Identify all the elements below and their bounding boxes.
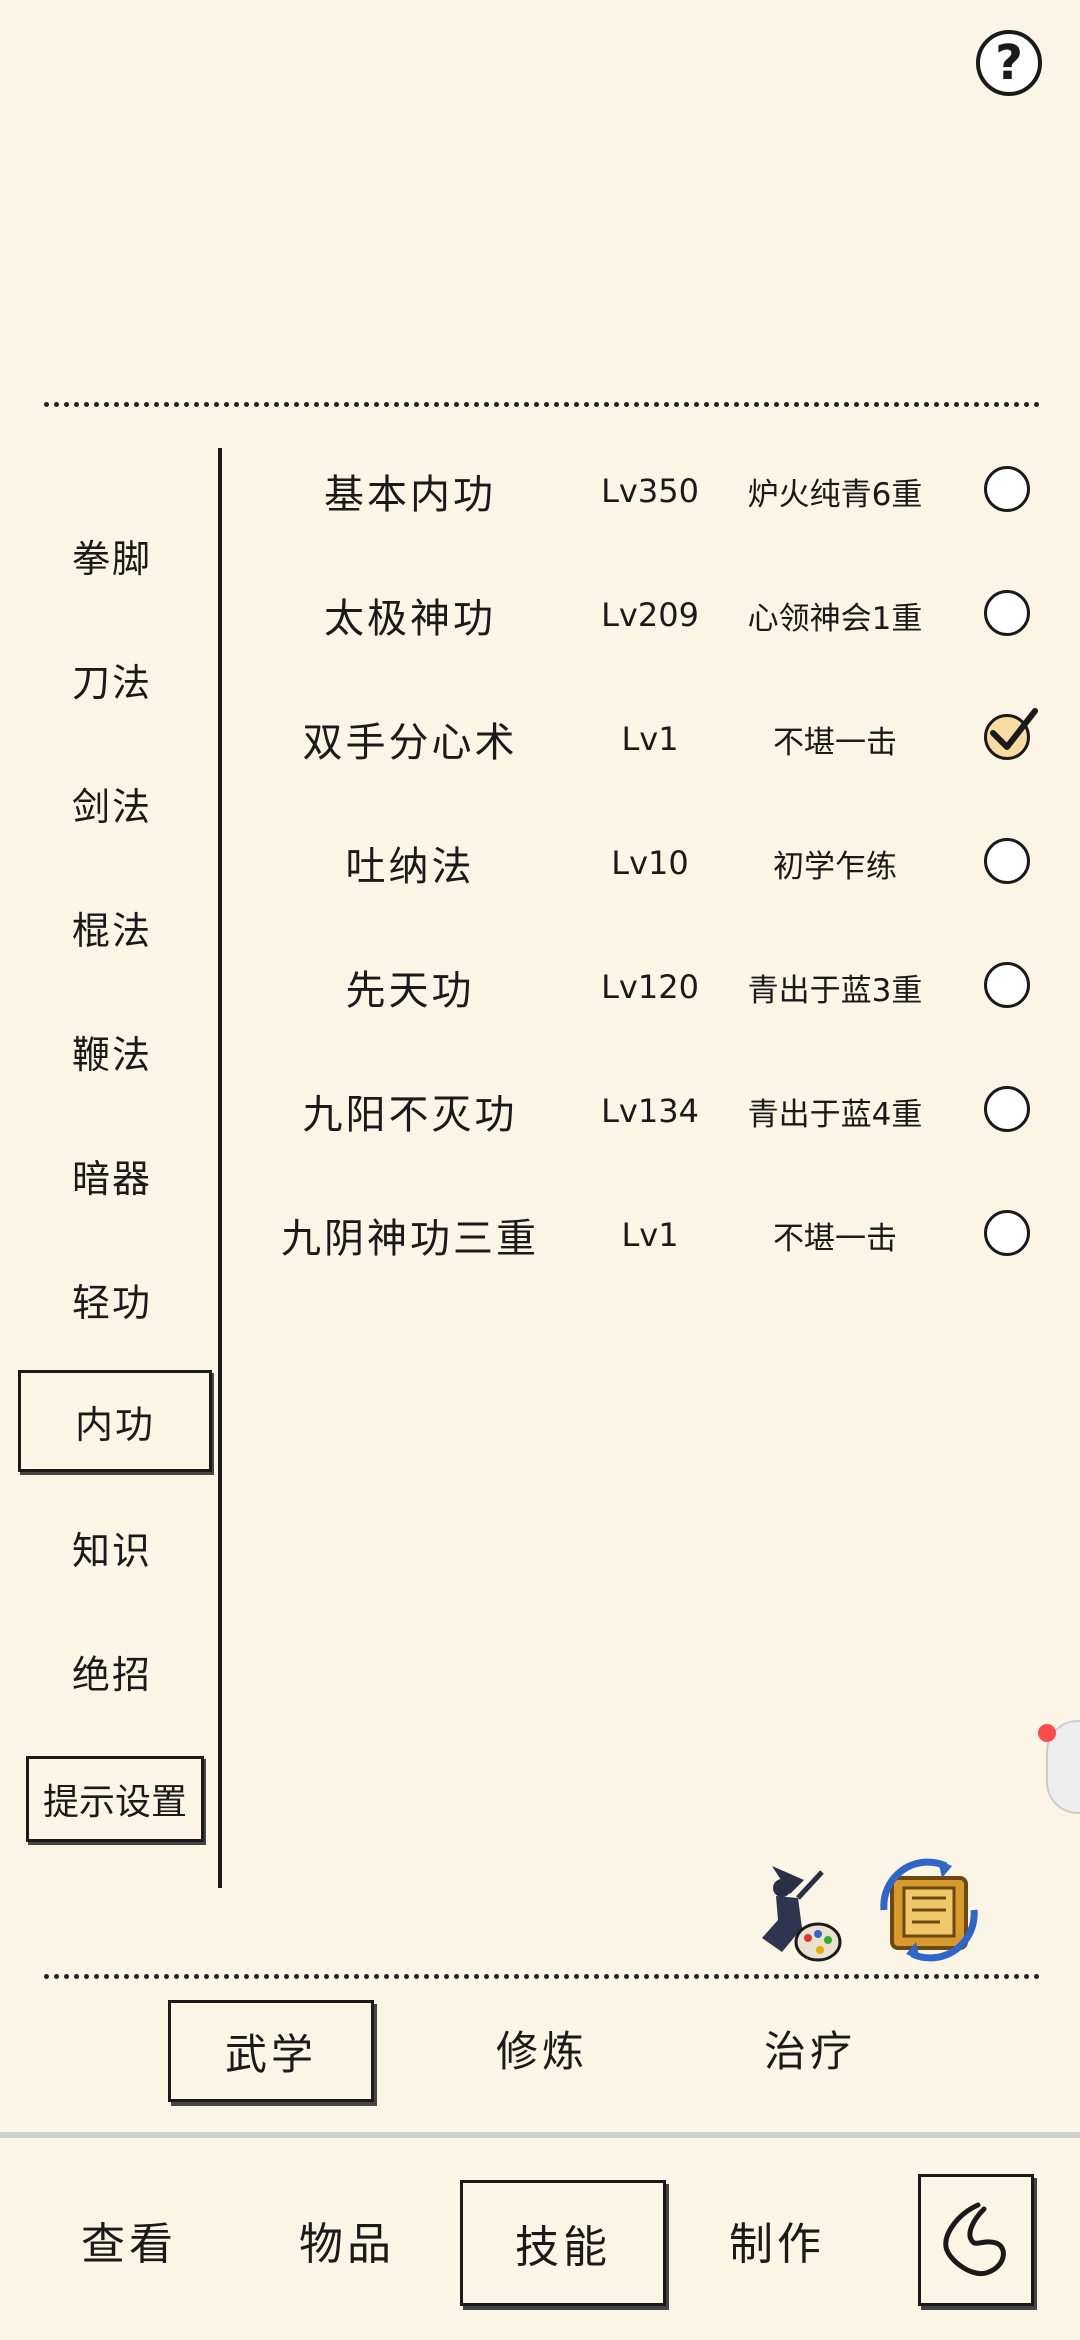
skill-checkbox[interactable] [984,962,1030,1008]
skill-row[interactable]: 先天功 Lv120 青出于蓝3重 [230,942,1050,1032]
scroll-refresh-icon[interactable] [876,1858,982,1962]
skill-checkbox-checked[interactable] [984,708,1038,760]
skill-state: 不堪一击 [773,724,897,761]
subtab-martial-arts[interactable]: 武学 [168,2000,374,2102]
skill-level: Lv1 [621,720,679,758]
subtab-healing[interactable]: 治疗 [710,2000,910,2096]
skill-checkbox[interactable] [984,1210,1030,1256]
skill-level: Lv10 [611,844,689,882]
bottom-divider [44,1974,1040,1979]
skill-state: 青出于蓝3重 [747,972,923,1009]
category-item[interactable]: 知识 [18,1516,206,1578]
skill-state: 初学乍练 [773,848,897,885]
nav-items[interactable]: 物品 [262,2180,432,2300]
nav-skills[interactable]: 技能 [460,2180,666,2306]
category-item[interactable]: 拳脚 [18,524,206,586]
category-item[interactable]: 棍法 [18,896,206,958]
skill-row[interactable]: 九阳不灭功 Lv134 青出于蓝4重 [230,1066,1050,1156]
category-item[interactable]: 暗器 [18,1144,206,1206]
category-item[interactable]: 刀法 [18,648,206,710]
swordsman-palette-icon[interactable] [742,1858,846,1964]
skill-name: 吐纳法 [345,844,475,890]
skill-level: Lv209 [601,596,699,634]
skill-level: Lv1 [621,1216,679,1254]
notification-dot [1038,1724,1056,1742]
skill-checkbox[interactable] [984,1086,1030,1132]
skill-checkbox[interactable] [984,466,1030,512]
skill-row[interactable]: 九阴神功三重 Lv1 不堪一击 [230,1190,1050,1280]
skill-level: Lv350 [601,472,699,510]
skill-name: 基本内功 [324,472,496,518]
skill-state: 青出于蓝4重 [747,1096,923,1133]
skill-name: 太极神功 [324,596,496,642]
skill-checkbox[interactable] [984,838,1030,884]
skill-name: 双手分心术 [302,720,518,766]
skill-checkbox[interactable] [984,590,1030,636]
skill-state: 不堪一击 [773,1220,897,1257]
skill-row[interactable]: 太极神功 Lv209 心领神会1重 [230,570,1050,660]
category-item-active[interactable]: 内功 [18,1370,212,1472]
skill-state: 炉火纯青6重 [747,476,923,513]
category-item[interactable]: 剑法 [18,772,206,834]
back-curve-icon [943,2202,1006,2277]
nav-crafting[interactable]: 制作 [692,2180,862,2300]
hint-settings-button[interactable]: 提示设置 [26,1756,204,1842]
skill-name: 先天功 [345,968,475,1014]
category-item[interactable]: 鞭法 [18,1020,206,1082]
vertical-divider [218,448,222,1888]
skill-state: 心领神会1重 [747,600,923,637]
skill-level: Lv120 [601,968,699,1006]
subtab-cultivation[interactable]: 修炼 [442,2000,642,2096]
skill-row[interactable]: 吐纳法 Lv10 初学乍练 [230,818,1050,908]
skill-name: 九阴神功三重 [281,1216,539,1262]
back-button[interactable] [918,2174,1034,2306]
skill-row[interactable]: 基本内功 Lv350 炉火纯青6重 [230,446,1050,536]
skill-name: 九阳不灭功 [302,1092,518,1138]
help-button[interactable]: ? [976,30,1042,96]
checkmark-icon [990,708,1038,750]
top-divider [44,402,1040,407]
skill-level: Lv134 [601,1092,699,1130]
category-item[interactable]: 绝招 [18,1640,206,1702]
question-icon: ? [995,35,1023,91]
bottom-nav-border [0,2132,1080,2138]
skill-row[interactable]: 双手分心术 Lv1 不堪一击 [230,694,1050,784]
category-item[interactable]: 轻功 [18,1268,206,1330]
nav-view[interactable]: 查看 [44,2180,214,2300]
